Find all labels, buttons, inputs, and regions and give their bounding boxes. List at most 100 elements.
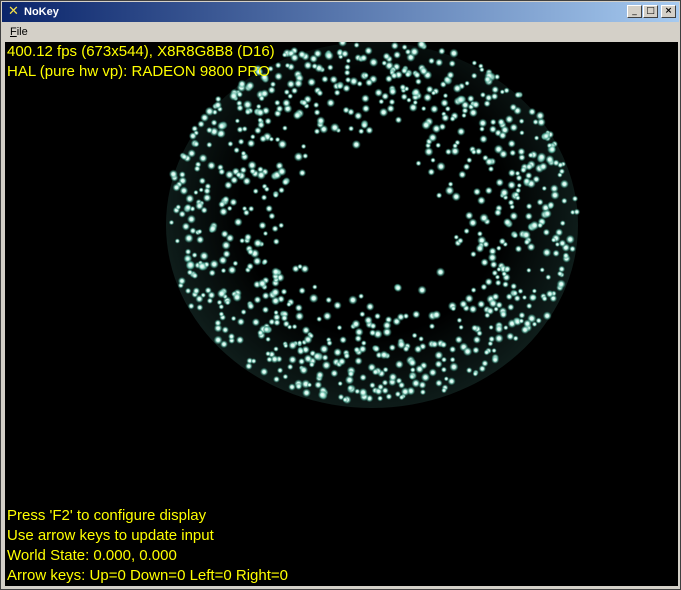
hud-world-state: World State: 0.000, 0.000 [7,547,177,564]
particle [382,52,391,61]
particle [502,217,512,227]
particle [509,123,519,132]
particle [559,179,570,189]
particle [498,149,508,159]
particle [297,263,303,270]
window-title: NoKey [24,6,59,18]
particle [484,186,493,195]
minimize-icon: _ [632,6,637,16]
particle [496,266,502,273]
particle [521,294,528,301]
particle [336,324,343,331]
menu-file[interactable]: File [10,25,28,39]
particle [303,334,313,345]
particle [483,75,492,84]
particle [545,154,555,165]
particle [277,166,287,177]
particle [558,239,567,248]
particle [400,93,409,101]
particle [264,117,272,125]
particle [246,248,255,256]
particle [329,122,340,133]
particle [353,111,363,121]
particle [514,91,522,99]
particle [466,157,473,164]
particle [515,195,521,201]
particle [382,366,389,373]
particle [381,60,388,67]
particle [536,152,547,163]
particle [255,103,262,110]
minimize-button[interactable]: _ [627,5,642,18]
particle [258,95,265,102]
particle [542,209,553,219]
particle [457,237,464,245]
particle [280,314,289,322]
particle [431,123,442,134]
particle [560,197,568,205]
particle [347,125,355,132]
particle [511,232,519,239]
particle [449,115,456,123]
particle [303,60,313,70]
particle [203,187,212,195]
title-bar[interactable]: ✕ NoKey _ □ × [2,2,679,22]
particle [259,134,268,143]
particle [306,77,317,87]
particle [546,201,555,209]
particle [479,213,489,223]
app-x-icon[interactable]: ✕ [8,5,22,19]
particle [483,349,490,356]
particle [241,125,248,133]
particle [409,366,416,374]
particle [230,315,237,322]
particle [284,62,291,69]
particle [224,299,231,306]
particle [263,186,270,193]
particle [507,199,515,207]
particle [342,106,350,114]
render-viewport[interactable]: 400.12 fps (673x544), X8R8G8B8 (D16) HAL… [5,42,678,586]
particle [462,163,471,171]
particle [495,301,504,309]
particle [229,198,238,207]
particle [208,224,218,234]
particle [458,324,464,331]
particle [312,351,322,361]
particle [519,166,528,174]
particle [363,315,373,325]
close-button[interactable]: × [661,5,676,18]
particle [444,105,451,112]
particle [339,335,348,344]
particle [259,367,269,377]
particle [421,120,432,131]
particle [360,340,367,347]
particle [494,324,504,334]
particle [271,225,279,233]
particle [281,125,288,132]
particle [297,357,306,366]
particle [542,228,551,237]
particle [470,250,477,258]
particle [175,204,182,211]
maximize-button[interactable]: □ [643,5,658,18]
particle [218,311,225,318]
particle [347,384,354,392]
particle [470,324,479,332]
particle [283,343,289,349]
particle [522,177,531,186]
particle [321,75,329,84]
particle [556,279,567,289]
particle [388,87,398,97]
particle [494,279,502,287]
particle [522,319,532,329]
particle [411,332,418,339]
particle [434,379,443,388]
particle [233,217,243,227]
particle [489,118,497,126]
particle [547,145,557,154]
particle [431,310,442,320]
particle [351,319,361,329]
particle [333,301,342,310]
particle [274,61,282,69]
